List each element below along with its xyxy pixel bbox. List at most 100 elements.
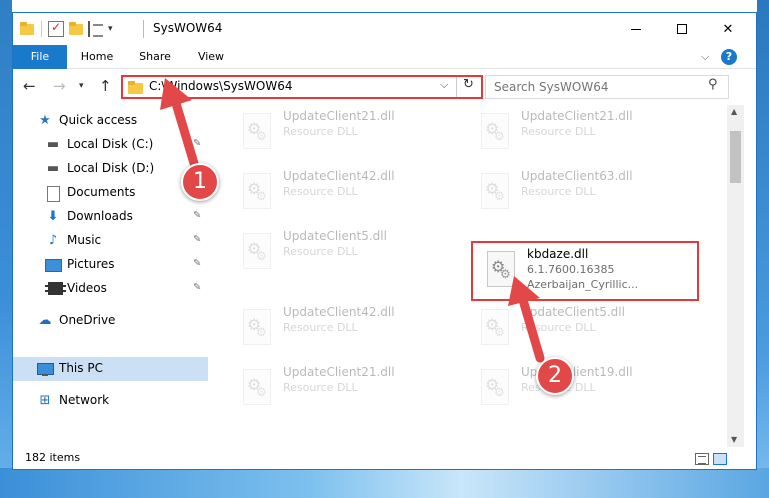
help-icon[interactable]: ? (721, 49, 737, 65)
file-item[interactable]: ⚙ ⚙ UpdateClient5.dll Resource DLL (467, 301, 687, 357)
back-arrow-icon[interactable]: ← (23, 77, 36, 95)
computer-icon (37, 361, 54, 377)
forward-arrow-icon[interactable]: → (53, 77, 66, 95)
scroll-down-arrow-icon[interactable]: ▼ (731, 435, 737, 444)
file-item[interactable]: ⚙⚙ UpdateClient19.dll Resource DLL (467, 361, 687, 417)
sidebar-item-pictures[interactable]: Pictures ✎ (13, 253, 208, 277)
file-name: UpdateClient21.dll (521, 109, 633, 123)
sidebar-item-quick-access[interactable]: ★ Quick access (13, 109, 208, 133)
download-icon: ⬇ (47, 209, 59, 224)
file-description: Resource DLL (521, 125, 596, 138)
details-view-icon[interactable] (695, 453, 709, 465)
address-bar[interactable]: C:\Windows\SysWOW64 ⌵ ↻ (121, 75, 483, 99)
expand-ribbon-chevron-icon[interactable]: ⌵ (701, 50, 709, 64)
vertical-scrollbar[interactable]: ▲ ▼ (727, 105, 744, 447)
new-folder-icon[interactable] (68, 21, 84, 37)
large-icons-view-icon[interactable] (713, 453, 727, 465)
cloud-icon: ☁ (38, 313, 52, 328)
search-box[interactable]: ⚲ (485, 75, 729, 99)
minimize-icon (631, 28, 641, 30)
sidebar-item-label: This PC (59, 361, 103, 375)
toolbar-divider (41, 21, 42, 37)
close-button[interactable]: ✕ (705, 13, 751, 45)
file-item[interactable]: ⚙ ⚙ UpdateClient42.dll Resource DLL (229, 165, 449, 221)
desktop-background-bottom (0, 468, 769, 498)
title-bar[interactable]: ▾ SysWOW64 ✕ (13, 13, 756, 45)
sidebar-item-videos[interactable]: Videos ✎ (13, 277, 208, 301)
search-icon[interactable]: ⚲ (708, 77, 718, 92)
file-item-kbdaze[interactable]: ⚙ ⚙ kbdaze.dll 6.1.7600.16385 Azerbaijan_… (471, 241, 699, 301)
title-divider (143, 20, 144, 38)
sidebar-item-label: Quick access (59, 113, 138, 127)
sidebar-item-label: Downloads (67, 209, 133, 223)
sidebar-item-local-disk-d[interactable]: ▬ Local Disk (D:) (13, 157, 208, 181)
sidebar-item-local-disk-c[interactable]: ▬ Local Disk (C:) ✎ (13, 133, 208, 157)
sidebar-item-label: Music (67, 233, 102, 247)
file-description: Resource DLL (283, 245, 358, 258)
status-bar: 182 items (13, 447, 756, 469)
navigation-bar: ← → ▾ ↑ C:\Windows\SysWOW64 ⌵ ↻ ⚲ (13, 69, 756, 105)
star-icon: ★ (39, 113, 51, 128)
address-path[interactable]: C:\Windows\SysWOW64 (149, 79, 293, 93)
sidebar-item-onedrive[interactable]: ☁ OneDrive (13, 309, 208, 333)
sidebar-item-label: Videos (67, 281, 107, 295)
maximize-icon (677, 24, 687, 34)
file-item[interactable]: ⚙ ⚙ UpdateClient21.dll Resource DLL (229, 361, 449, 417)
file-item[interactable]: ⚙ ⚙ UpdateClient42.dll Resource DLL (229, 301, 449, 357)
customize-toolbar-chevron-icon[interactable]: ▾ (108, 24, 113, 34)
sidebar-item-label: Documents (67, 185, 136, 199)
desktop-background-right (757, 0, 769, 498)
address-dropdown-chevron-icon[interactable]: ⌵ (440, 78, 448, 92)
properties-icon[interactable] (88, 21, 104, 37)
maximize-button[interactable] (659, 13, 705, 45)
quick-access-toolbar: ▾ (19, 20, 113, 38)
file-item[interactable]: ⚙ ⚙ UpdateClient21.dll Resource DLL (229, 105, 449, 161)
tab-view[interactable]: View (189, 45, 233, 69)
sidebar-item-documents[interactable]: Documents ✎ (13, 181, 208, 205)
navigation-pane: ★ Quick access ▬ Local Disk (C:) ✎ ▬ Loc… (13, 105, 208, 447)
dll-file-icon: ⚙ ⚙ (239, 113, 273, 153)
recent-locations-chevron-icon[interactable]: ▾ (79, 81, 84, 91)
step-1-callout: 1 (181, 163, 219, 201)
file-list: ⚙ ⚙ UpdateClient21.dll Resource DLL ⚙ ⚙ Up… (209, 105, 727, 447)
file-description: Resource DLL (283, 381, 358, 394)
up-arrow-icon[interactable]: ↑ (99, 77, 112, 95)
file-name: kbdaze.dll (527, 247, 589, 261)
item-count: 182 items (25, 451, 81, 464)
file-description: Resource DLL (283, 321, 358, 334)
disk-icon: ▬ (46, 161, 60, 176)
tab-home[interactable]: Home (75, 45, 119, 69)
file-item[interactable]: ⚙ ⚙ UpdateClient5.dll Resource DLL (229, 225, 449, 281)
file-name: UpdateClient21.dll (283, 109, 395, 123)
pin-icon: ✎ (193, 234, 202, 245)
videos-icon (45, 281, 66, 297)
sidebar-item-this-pc[interactable]: This PC (13, 357, 208, 381)
file-description: Resource DLL (521, 321, 596, 334)
tab-share[interactable]: Share (131, 45, 179, 69)
file-item[interactable]: ⚙ ⚙ UpdateClient63.dll Resource DLL (467, 165, 687, 221)
scrollbar-thumb[interactable] (730, 131, 741, 183)
scroll-up-arrow-icon[interactable]: ▲ (731, 107, 737, 116)
sidebar-item-music[interactable]: ♪ Music ✎ (13, 229, 208, 253)
file-name: UpdateClient21.dll (283, 365, 395, 379)
pin-icon: ✎ (193, 258, 202, 269)
minimize-button[interactable] (613, 13, 659, 45)
sidebar-item-downloads[interactable]: ⬇ Downloads ✎ (13, 205, 208, 229)
sidebar-item-network[interactable]: ⊞ Network (13, 389, 208, 413)
folder-icon (19, 21, 35, 37)
pin-icon: ✎ (193, 282, 202, 293)
file-name: UpdateClient42.dll (283, 305, 395, 319)
folder-icon (128, 80, 144, 94)
refresh-icon[interactable]: ↻ (463, 77, 474, 92)
desktop-background-left (0, 0, 12, 498)
file-name: UpdateClient42.dll (283, 169, 395, 183)
ribbon-tabs: File Home Share View ⌵ ? (13, 45, 756, 69)
file-explorer-window: ▾ SysWOW64 ✕ File Home Share View ⌵ ? ← … (12, 12, 757, 470)
tab-file[interactable]: File (13, 45, 67, 69)
search-input[interactable] (494, 78, 694, 96)
dll-file-icon: ⚙ ⚙ (239, 173, 273, 213)
sidebar-item-label: OneDrive (59, 313, 116, 327)
properties-check-icon[interactable] (48, 20, 64, 37)
file-item[interactable]: ⚙ ⚙ UpdateClient21.dll Resource DLL (467, 105, 687, 161)
sidebar-item-label: Local Disk (D:) (67, 161, 155, 175)
